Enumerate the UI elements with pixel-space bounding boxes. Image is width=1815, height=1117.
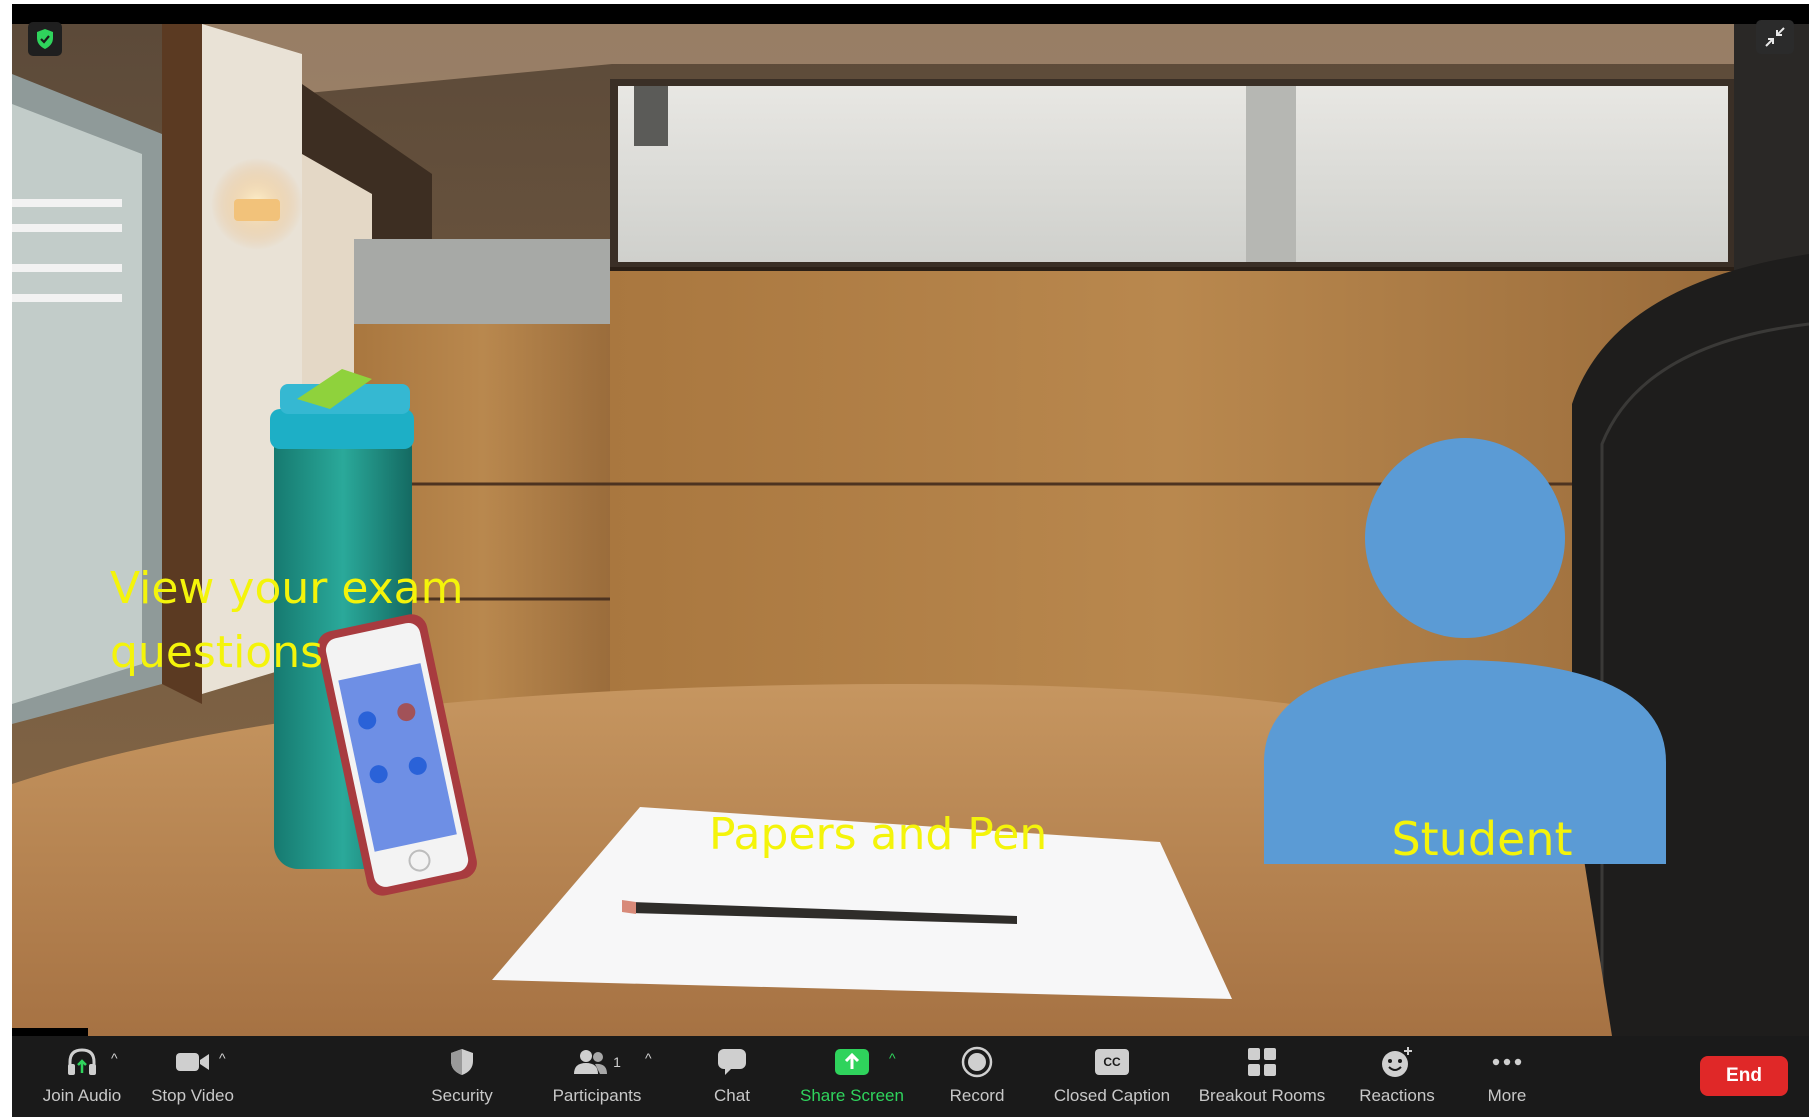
- more-label: More: [1487, 1086, 1527, 1105]
- reactions-button[interactable]: Reactions: [1347, 1040, 1447, 1116]
- reactions-label: Reactions: [1359, 1086, 1435, 1105]
- more-button[interactable]: More: [1467, 1040, 1547, 1116]
- exit-fullscreen-icon[interactable]: [1756, 20, 1794, 54]
- chat-label: Chat: [714, 1086, 750, 1105]
- participants-button[interactable]: 1 Participants: [542, 1040, 652, 1116]
- cc-icon-box: CC: [1095, 1049, 1129, 1075]
- closed-caption-label: Closed Caption: [1053, 1086, 1171, 1105]
- breakout-rooms-label: Breakout Rooms: [1198, 1086, 1326, 1105]
- room-scene: [12, 24, 1809, 1036]
- video-options-caret[interactable]: ^: [219, 1050, 233, 1066]
- participants-label: Participants: [552, 1086, 642, 1105]
- green-shield-icon[interactable]: [28, 22, 62, 56]
- cc-icon: CC: [1095, 1040, 1129, 1084]
- papers-and-pen-label: Papers and Pen: [709, 809, 1048, 860]
- participant-count: 1: [613, 1054, 621, 1070]
- share-screen-label: Share Screen: [800, 1086, 904, 1105]
- shield-icon: [448, 1040, 476, 1084]
- participants-options-caret[interactable]: ^: [645, 1050, 659, 1066]
- join-audio-label: Join Audio: [42, 1086, 122, 1105]
- share-arrow-icon: [834, 1040, 870, 1084]
- end-meeting-button[interactable]: End: [1700, 1056, 1788, 1096]
- share-options-caret[interactable]: ^: [889, 1050, 903, 1066]
- security-button[interactable]: Security: [417, 1040, 507, 1116]
- people-icon: 1: [573, 1040, 621, 1084]
- security-label: Security: [431, 1086, 493, 1105]
- video-feed: View your exam questions Papers and Pen …: [12, 24, 1809, 1036]
- participant-name-tag: [12, 1028, 88, 1036]
- record-button[interactable]: Record: [932, 1040, 1022, 1116]
- headphones-icon: [65, 1040, 99, 1084]
- grid-icon: [1247, 1040, 1277, 1084]
- closed-caption-button[interactable]: CC Closed Caption: [1047, 1040, 1177, 1116]
- zoom-meeting-window: View your exam questions Papers and Pen …: [12, 4, 1809, 1117]
- record-label: Record: [949, 1086, 1005, 1105]
- breakout-rooms-button[interactable]: Breakout Rooms: [1192, 1040, 1332, 1116]
- meeting-toolbar: Join Audio ^ Stop Video ^ Security 1 Par…: [12, 1036, 1809, 1117]
- record-circle-icon: [961, 1040, 993, 1084]
- speech-bubble-icon: [716, 1040, 748, 1084]
- ellipsis-icon: [1491, 1040, 1523, 1084]
- student-label: Student: [1391, 812, 1573, 866]
- audio-options-caret[interactable]: ^: [111, 1050, 125, 1066]
- smiley-icon: [1380, 1040, 1414, 1084]
- stop-video-label: Stop Video: [151, 1086, 234, 1105]
- video-camera-icon: [175, 1040, 211, 1084]
- exam-questions-label: View your exam questions: [110, 563, 464, 678]
- chat-button[interactable]: Chat: [692, 1040, 772, 1116]
